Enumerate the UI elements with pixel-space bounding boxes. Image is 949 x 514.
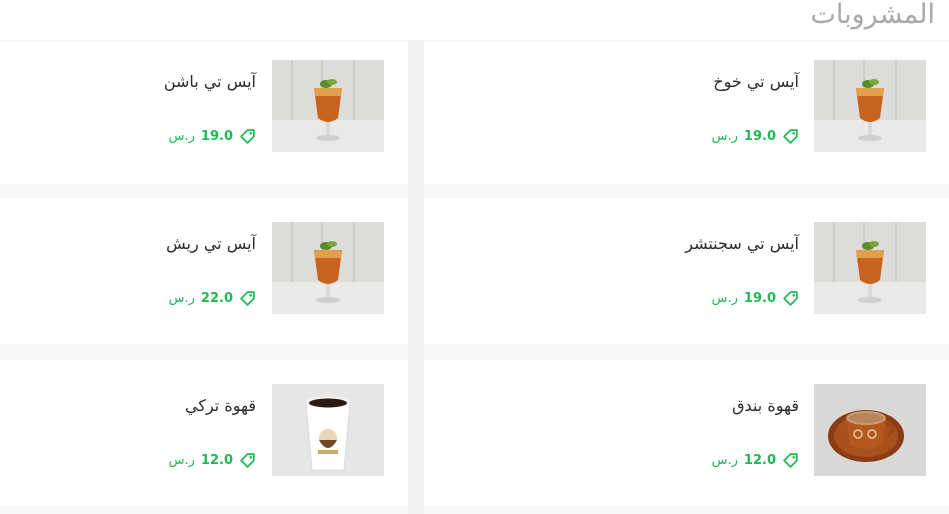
item-image	[272, 222, 384, 314]
price-value: 19.0	[743, 129, 776, 144]
price-currency: ر.س	[711, 453, 738, 468]
price-currency: ر.س	[168, 129, 195, 144]
item-name: قهوة بندق	[732, 396, 799, 415]
price-value: 19.0	[200, 129, 233, 144]
iced-tea-image	[272, 60, 384, 152]
item-price: 19.0 ر.س	[712, 290, 799, 307]
price-tag-icon	[783, 291, 798, 306]
coffee-cup-image	[814, 384, 926, 476]
item-name: قهوة تركي	[185, 396, 256, 415]
price-value: 19.0	[743, 291, 776, 306]
item-price: 19.0 ر.س	[169, 128, 256, 145]
item-image	[272, 60, 384, 152]
item-name: آيس تي خوخ	[713, 72, 799, 91]
price-value: 22.0	[200, 291, 233, 306]
column-gap	[408, 40, 424, 514]
price-value: 12.0	[743, 453, 776, 468]
iced-tea-image	[814, 222, 926, 314]
item-image	[814, 60, 926, 152]
item-price: 19.0 ر.س	[712, 128, 799, 145]
price-currency: ر.س	[168, 453, 195, 468]
menu-item-card[interactable]: آيس تي خوخ 19.0 ر.س	[424, 42, 949, 184]
item-image	[272, 384, 384, 476]
menu-item-card[interactable]: قهوة بندق 12.0 ر.س	[424, 360, 949, 506]
menu-item-card[interactable]: قهوة تركي 12.0 ر.س	[0, 360, 408, 506]
price-tag-icon	[240, 291, 255, 306]
price-tag-icon	[783, 129, 798, 144]
iced-tea-image	[272, 222, 384, 314]
menu-item-card[interactable]: آيس تي ريش 22.0 ر.س	[0, 198, 408, 344]
header-strip	[0, 0, 949, 40]
price-currency: ر.س	[711, 129, 738, 144]
price-tag-icon	[240, 453, 255, 468]
menu-item-card[interactable]: آيس تي باشن 19.0 ر.س	[0, 42, 408, 184]
item-name: آيس تي سجنتشر	[685, 234, 799, 253]
item-price: 22.0 ر.س	[169, 290, 256, 307]
item-image	[814, 384, 926, 476]
paper-cup-image	[272, 384, 384, 476]
iced-tea-image	[814, 60, 926, 152]
price-value: 12.0	[200, 453, 233, 468]
price-currency: ر.س	[168, 291, 195, 306]
item-name: آيس تي باشن	[163, 72, 256, 91]
menu-item-card[interactable]: آيس تي سجنتشر 19.0 ر.س	[424, 198, 949, 344]
item-price: 12.0 ر.س	[169, 452, 256, 469]
item-image	[814, 222, 926, 314]
item-name: آيس تي ريش	[166, 234, 256, 253]
item-price: 12.0 ر.س	[712, 452, 799, 469]
section-title: المشروبات	[810, 0, 935, 30]
price-tag-icon	[240, 129, 255, 144]
price-currency: ر.س	[711, 291, 738, 306]
price-tag-icon	[783, 453, 798, 468]
